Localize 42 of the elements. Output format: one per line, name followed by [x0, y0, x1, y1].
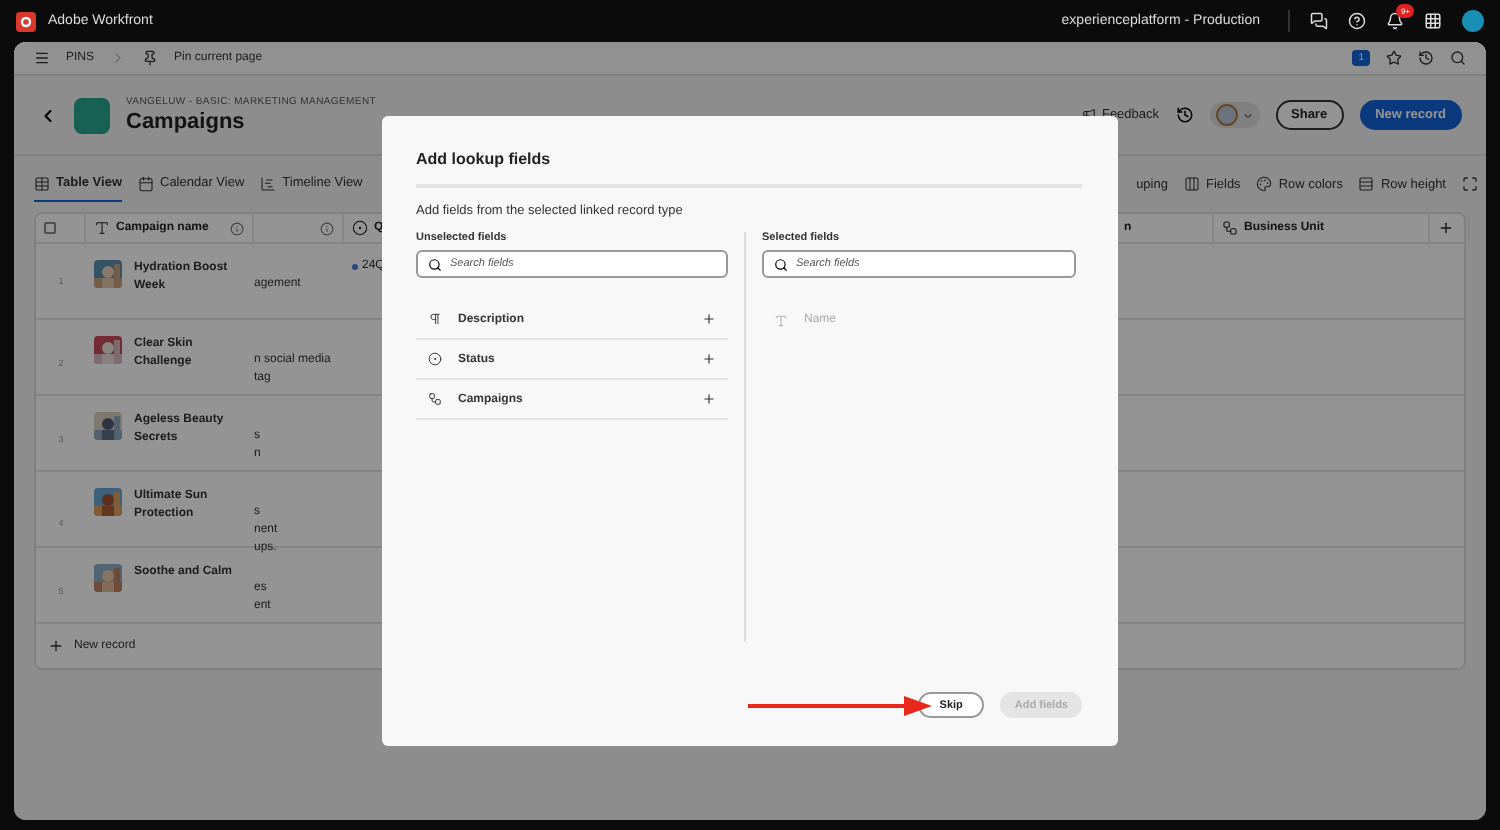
rows-icon	[1358, 176, 1375, 192]
calendar-icon	[138, 175, 154, 191]
history-icon[interactable]	[1418, 50, 1434, 66]
search-icon	[774, 257, 788, 271]
apps-grid-icon[interactable]	[1424, 12, 1442, 30]
palette-icon	[1256, 176, 1273, 192]
avatar-dropdown[interactable]	[1209, 102, 1260, 128]
app-logo	[16, 11, 36, 31]
menu-icon[interactable]	[34, 50, 50, 66]
lookup-icon	[428, 392, 442, 406]
search-icon[interactable]	[1450, 50, 1466, 66]
select-all-checkbox[interactable]	[44, 222, 56, 234]
user-avatar[interactable]	[1462, 10, 1484, 32]
search-icon	[428, 257, 442, 271]
add-icon[interactable]	[702, 312, 716, 326]
info-icon[interactable]	[230, 221, 244, 235]
plus-icon	[48, 638, 64, 654]
status-icon	[352, 220, 368, 236]
paragraph-icon	[428, 312, 442, 326]
text-type-icon	[774, 313, 788, 327]
caret-icon	[1241, 109, 1254, 121]
lookup-icon	[1222, 220, 1238, 236]
add-icon[interactable]	[702, 392, 716, 406]
pin-icon[interactable]	[142, 50, 159, 66]
status-icon	[428, 352, 442, 366]
text-type-icon	[94, 220, 110, 236]
help-icon[interactable]	[1348, 12, 1366, 30]
fullscreen-icon[interactable]	[1462, 176, 1478, 192]
status-dot	[352, 263, 358, 269]
notifications-icon[interactable]	[1386, 12, 1404, 30]
page-title: Campaigns	[126, 110, 247, 134]
star-icon[interactable]	[1386, 50, 1402, 66]
dialog-title: Add lookup fields	[416, 150, 1082, 188]
add-icon[interactable]	[702, 352, 716, 366]
app-icon	[74, 97, 110, 133]
table-icon	[34, 175, 50, 191]
info-icon[interactable]	[320, 221, 334, 235]
add-column-icon[interactable]	[1438, 220, 1454, 236]
timeline-icon	[260, 175, 277, 191]
chat-icon[interactable]	[1310, 12, 1328, 30]
history-icon[interactable]	[1175, 106, 1194, 124]
columns-icon	[1183, 176, 1200, 192]
